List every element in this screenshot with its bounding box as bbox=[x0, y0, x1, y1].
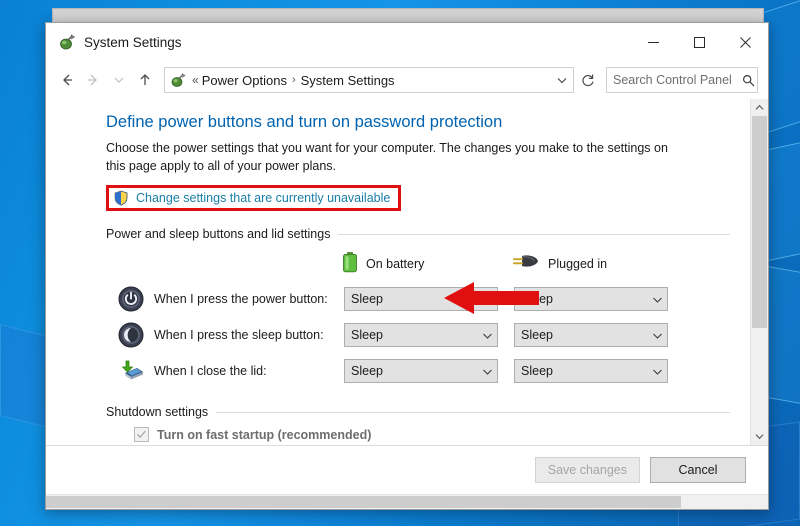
breadcrumb-separator: › bbox=[291, 74, 296, 86]
system-settings-window: System Settings « Power Options › System… bbox=[45, 22, 769, 510]
dropdown-value: Sleep bbox=[521, 292, 553, 307]
breadcrumb-overflow[interactable]: « bbox=[192, 73, 199, 87]
title-bar[interactable]: System Settings bbox=[46, 23, 768, 61]
fast-startup-label: Turn on fast startup (recommended) bbox=[157, 427, 372, 442]
power-options-icon bbox=[58, 33, 76, 51]
dropdown-sleep-button-plugged-in[interactable]: Sleep bbox=[514, 323, 668, 348]
forward-arrow-icon[interactable] bbox=[80, 67, 106, 93]
setting-label: When I close the lid: bbox=[154, 364, 267, 379]
address-bar[interactable]: « Power Options › System Settings bbox=[164, 67, 574, 93]
column-plugged-in: Plugged in bbox=[510, 252, 678, 277]
desktop-background: System Settings « Power Options › System… bbox=[0, 0, 800, 526]
column-label: On battery bbox=[366, 257, 425, 272]
vertical-scrollbar[interactable] bbox=[750, 99, 768, 445]
dropdown-power-button-plugged-in[interactable]: Sleep bbox=[514, 287, 668, 312]
change-settings-link-annotated[interactable]: Change settings that are currently unava… bbox=[106, 185, 402, 212]
save-changes-button[interactable]: Save changes bbox=[534, 457, 640, 483]
section-title: Shutdown settings bbox=[106, 405, 209, 420]
section-title: Power and sleep buttons and lid settings bbox=[106, 227, 331, 242]
power-options-icon bbox=[170, 72, 186, 88]
dropdown-close-lid-plugged-in[interactable]: Sleep bbox=[514, 359, 668, 384]
laptop-lid-icon bbox=[118, 358, 144, 384]
chevron-down-icon bbox=[647, 366, 667, 377]
content-wrapper: Define power buttons and turn on passwor… bbox=[46, 99, 768, 445]
sleep-button-icon bbox=[118, 322, 144, 348]
scrollbar-track[interactable] bbox=[751, 116, 768, 428]
chevron-down-icon bbox=[477, 330, 497, 341]
battery-icon bbox=[342, 251, 358, 278]
chevron-down-icon bbox=[647, 330, 667, 341]
section-header-shutdown: Shutdown settings bbox=[106, 405, 730, 419]
dialog-footer: Save changes Cancel bbox=[46, 445, 768, 494]
fast-startup-row[interactable]: Turn on fast startup (recommended) bbox=[134, 427, 730, 443]
window-controls bbox=[630, 23, 768, 61]
dropdown-close-lid-on-battery[interactable]: Sleep bbox=[344, 359, 498, 384]
page-description: Choose the power settings that you want … bbox=[106, 141, 668, 174]
search-input[interactable] bbox=[607, 72, 740, 88]
column-on-battery: On battery bbox=[342, 251, 510, 278]
dropdown-value: Sleep bbox=[521, 328, 553, 343]
chevron-down-icon bbox=[477, 366, 497, 377]
fast-startup-checkbox[interactable] bbox=[134, 427, 149, 443]
back-arrow-icon[interactable] bbox=[54, 67, 80, 93]
scrollbar-thumb[interactable] bbox=[752, 116, 767, 329]
scroll-down-chevron-down-icon[interactable] bbox=[751, 428, 768, 445]
breadcrumb-power-options[interactable]: Power Options bbox=[199, 73, 290, 88]
dropdown-value: Sleep bbox=[351, 328, 383, 343]
search-icon[interactable] bbox=[740, 74, 757, 87]
cancel-button[interactable]: Cancel bbox=[650, 457, 746, 483]
setting-row-close-lid: When I close the lid: Sleep Sleep bbox=[106, 353, 730, 389]
up-arrow-icon[interactable] bbox=[132, 67, 158, 93]
address-chevron-down-icon[interactable] bbox=[551, 68, 573, 92]
setting-row-sleep-button: When I press the sleep button: Sleep Sle… bbox=[106, 317, 730, 353]
setting-label: When I press the power button: bbox=[154, 292, 328, 307]
setting-row-power-button: When I press the power button: Sleep Sle… bbox=[106, 281, 730, 317]
uac-shield-icon bbox=[113, 190, 129, 206]
close-button[interactable] bbox=[722, 23, 768, 61]
wallpaper-shard bbox=[0, 324, 48, 428]
breadcrumb-system-settings[interactable]: System Settings bbox=[298, 73, 398, 88]
power-button-icon bbox=[118, 286, 144, 312]
column-label: Plugged in bbox=[548, 257, 608, 272]
horizontal-scrollbar-thumb[interactable] bbox=[46, 496, 682, 508]
chevron-down-icon bbox=[477, 294, 497, 305]
section-divider bbox=[216, 411, 730, 413]
dropdown-value: Sleep bbox=[351, 292, 383, 307]
refresh-icon[interactable] bbox=[574, 67, 602, 93]
column-headers: On battery Plugged in bbox=[106, 247, 730, 281]
page-title: Define power buttons and turn on passwor… bbox=[106, 113, 503, 131]
settings-content: Define power buttons and turn on passwor… bbox=[46, 99, 750, 445]
scroll-up-chevron-up-icon[interactable] bbox=[751, 99, 768, 116]
horizontal-scrollbar[interactable] bbox=[46, 494, 768, 509]
dropdown-value: Sleep bbox=[521, 364, 553, 379]
minimize-button[interactable] bbox=[630, 23, 676, 61]
dropdown-sleep-button-on-battery[interactable]: Sleep bbox=[344, 323, 498, 348]
maximize-button[interactable] bbox=[676, 23, 722, 61]
recent-locations-chevron-down-icon[interactable] bbox=[106, 67, 132, 93]
chevron-down-icon bbox=[647, 294, 667, 305]
dropdown-power-button-on-battery[interactable]: Sleep bbox=[344, 287, 498, 312]
setting-label: When I press the sleep button: bbox=[154, 328, 324, 343]
dropdown-value: Sleep bbox=[351, 364, 383, 379]
search-box[interactable] bbox=[606, 67, 758, 93]
navigation-bar: « Power Options › System Settings bbox=[46, 61, 768, 99]
change-settings-link[interactable]: Change settings that are currently unava… bbox=[136, 191, 390, 205]
section-header-power-buttons: Power and sleep buttons and lid settings bbox=[106, 227, 730, 241]
section-divider bbox=[338, 233, 730, 235]
window-title: System Settings bbox=[84, 34, 182, 50]
power-plug-icon bbox=[510, 252, 540, 277]
